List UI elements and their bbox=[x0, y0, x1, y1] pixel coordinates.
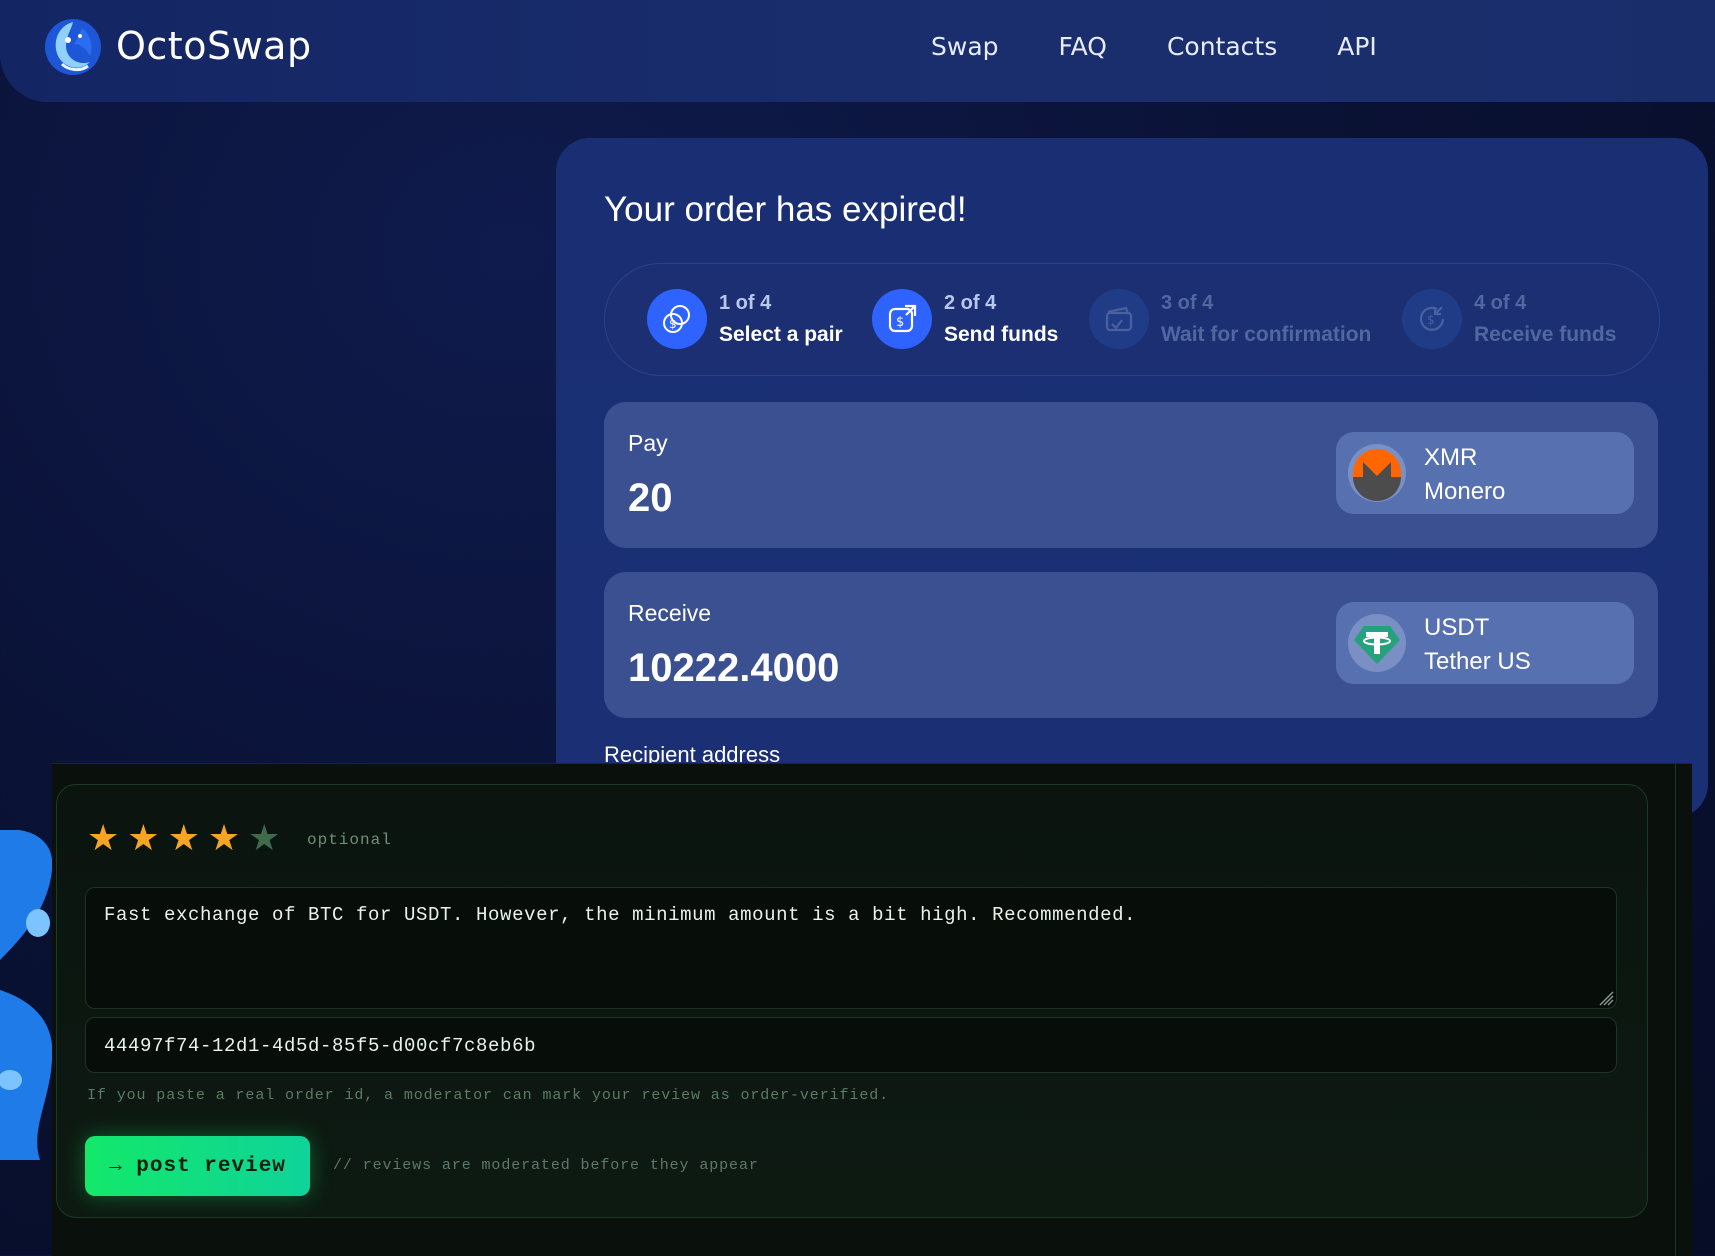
step-number: 1 of 4 bbox=[719, 291, 772, 314]
svg-text:$: $ bbox=[669, 317, 677, 331]
receive-coin-code: USDT bbox=[1424, 614, 1490, 641]
step-label: Send funds bbox=[944, 322, 1059, 346]
step-wait-confirmation: 3 of 4 Wait for confirmation bbox=[1089, 288, 1371, 350]
order-progress-stepper: $ 1 of 4 Select a pair $ 2 of 4 Send fun… bbox=[604, 263, 1660, 376]
coins-icon: $ bbox=[647, 289, 707, 349]
receive-coin-selector[interactable]: USDT Tether US bbox=[1336, 602, 1634, 684]
receive-funds-icon: $ bbox=[1402, 289, 1462, 349]
order-status-title: Your order has expired! bbox=[604, 190, 967, 229]
pay-amount-box: Pay 20 XMR Monero bbox=[604, 402, 1658, 548]
send-funds-icon: $ bbox=[872, 289, 932, 349]
step-send-funds: $ 2 of 4 Send funds bbox=[872, 288, 1058, 350]
star-4[interactable]: ★ bbox=[208, 821, 240, 857]
nav-link-contacts[interactable]: Contacts bbox=[1167, 32, 1277, 61]
star-2[interactable]: ★ bbox=[127, 821, 159, 857]
svg-text:$: $ bbox=[1427, 313, 1435, 327]
step-number: 3 of 4 bbox=[1161, 291, 1214, 314]
pay-amount: 20 bbox=[628, 476, 673, 520]
pay-coin-code: XMR bbox=[1424, 444, 1478, 471]
step-receive-funds: $ 4 of 4 Receive funds bbox=[1402, 288, 1616, 350]
step-number: 2 of 4 bbox=[944, 291, 997, 314]
step-select-pair: $ 1 of 4 Select a pair bbox=[647, 288, 843, 350]
receive-amount-box: Receive 10222.4000 USDT Tether US bbox=[604, 572, 1658, 718]
pay-label: Pay bbox=[628, 430, 668, 456]
review-form: ★ ★ ★ ★ ★ optional Fast exchange of BTC … bbox=[56, 784, 1648, 1218]
star-1[interactable]: ★ bbox=[87, 821, 119, 857]
moderation-note: // reviews are moderated before they app… bbox=[333, 1157, 759, 1174]
octoswap-logo-icon[interactable] bbox=[44, 18, 102, 76]
brand-name[interactable]: OctoSwap bbox=[116, 24, 312, 68]
receive-coin-name: Tether US bbox=[1424, 648, 1531, 675]
nav-link-api[interactable]: API bbox=[1337, 32, 1377, 61]
svg-text:$: $ bbox=[896, 315, 904, 330]
wallet-check-icon bbox=[1089, 289, 1149, 349]
order-id-hint: If you paste a real order id, a moderato… bbox=[87, 1087, 890, 1104]
tether-icon bbox=[1348, 614, 1406, 672]
step-label: Select a pair bbox=[719, 322, 843, 346]
star-3[interactable]: ★ bbox=[168, 821, 200, 857]
order-card: Your order has expired! $ 1 of 4 Select … bbox=[556, 138, 1708, 818]
nav-link-faq[interactable]: FAQ bbox=[1059, 32, 1107, 61]
post-review-button[interactable]: → post review bbox=[85, 1136, 310, 1196]
receive-label: Receive bbox=[628, 600, 712, 626]
star-5[interactable]: ★ bbox=[248, 821, 280, 857]
review-text-input[interactable]: Fast exchange of BTC for USDT. However, … bbox=[85, 887, 1617, 1009]
pay-coin-name: Monero bbox=[1424, 478, 1506, 505]
step-label: Receive funds bbox=[1474, 322, 1617, 346]
pay-coin-selector[interactable]: XMR Monero bbox=[1336, 432, 1634, 514]
rating-optional-label: optional bbox=[307, 831, 392, 849]
nav-links: Swap FAQ Contacts API bbox=[931, 32, 1377, 61]
panel-divider bbox=[1675, 764, 1676, 1256]
monero-icon bbox=[1348, 444, 1406, 502]
review-panel: ★ ★ ★ ★ ★ optional Fast exchange of BTC … bbox=[52, 763, 1692, 1256]
review-text: Fast exchange of BTC for USDT. However, … bbox=[104, 904, 1137, 926]
nav-link-swap[interactable]: Swap bbox=[931, 32, 999, 61]
top-navbar: OctoSwap Swap FAQ Contacts API bbox=[0, 0, 1715, 102]
octopus-mascot-icon bbox=[0, 830, 53, 1160]
order-id-input[interactable]: 44497f74-12d1-4d5d-85f5-d00cf7c8eb6b bbox=[85, 1017, 1617, 1073]
step-number: 4 of 4 bbox=[1474, 291, 1527, 314]
resize-handle-icon[interactable] bbox=[1594, 986, 1614, 1006]
receive-amount: 10222.4000 bbox=[628, 646, 840, 690]
step-label: Wait for confirmation bbox=[1161, 322, 1372, 346]
star-rating: ★ ★ ★ ★ ★ bbox=[87, 821, 280, 857]
